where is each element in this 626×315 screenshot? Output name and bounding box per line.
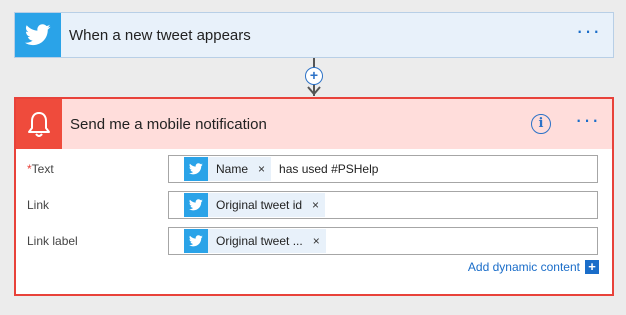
add-dynamic-content-label: Add dynamic content <box>467 260 580 274</box>
token-original-tweet-id[interactable]: Original tweet id × <box>184 193 326 217</box>
text-field-row: *Text Name × has used #PSHelp <box>16 155 612 183</box>
link-label-field-label: Link label <box>27 234 78 248</box>
link-field-input[interactable]: Original tweet id × <box>168 191 598 219</box>
plus-icon: + <box>585 260 599 274</box>
text-field-label: *Text <box>27 162 54 176</box>
text-literal: has used #PSHelp <box>279 162 379 176</box>
arrow-down-icon <box>307 86 321 96</box>
token-remove-button[interactable]: × <box>258 162 265 176</box>
text-field-input[interactable]: Name × has used #PSHelp <box>168 155 598 183</box>
add-step-button[interactable]: + <box>305 67 323 85</box>
twitter-bird-icon <box>184 157 208 181</box>
token-label: Original tweet id <box>216 198 303 212</box>
link-field-row: Link Original tweet id × <box>16 191 612 219</box>
trigger-title: When a new tweet appears <box>69 26 251 44</box>
add-dynamic-content-button[interactable]: Add dynamic content + <box>468 260 599 274</box>
link-field-label: Link <box>27 198 50 212</box>
twitter-bird-icon <box>184 229 208 253</box>
action-card[interactable]: Send me a mobile notification i ··· *Tex… <box>14 97 614 296</box>
trigger-card[interactable]: When a new tweet appears ··· <box>14 12 614 58</box>
token-original-tweet[interactable]: Original tweet ... × <box>184 229 326 253</box>
link-label-field-input[interactable]: Original tweet ... × <box>168 227 598 255</box>
action-header[interactable]: Send me a mobile notification i ··· <box>16 99 612 149</box>
twitter-bird-icon <box>184 193 208 217</box>
info-icon[interactable]: i <box>531 114 552 134</box>
bell-icon <box>16 99 62 149</box>
action-menu-button[interactable]: ··· <box>575 109 600 139</box>
token-label: Name <box>216 162 249 176</box>
token-label: Original tweet ... <box>216 234 303 248</box>
token-remove-button[interactable]: × <box>312 198 319 212</box>
token-name[interactable]: Name × <box>184 157 272 181</box>
twitter-bird-icon <box>15 13 61 57</box>
link-label-field-row: Link label Original tweet ... × <box>16 227 612 255</box>
trigger-menu-button[interactable]: ··· <box>576 20 601 50</box>
token-remove-button[interactable]: × <box>313 234 320 248</box>
action-title: Send me a mobile notification <box>70 115 267 133</box>
